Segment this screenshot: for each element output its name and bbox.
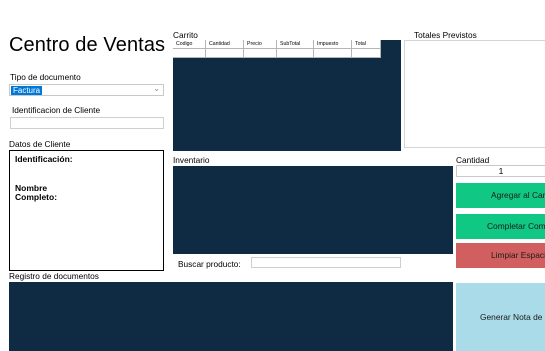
client-data-box: Identificación: Nombre Completo: [9,150,164,271]
totals-box [404,40,545,148]
generate-credit-note-button[interactable]: Generar Nota de crédito [456,283,545,351]
records-table[interactable] [9,282,453,351]
complete-purchase-button[interactable]: Completar Compra [456,214,545,239]
cart-col-impuesto: Impuesto [314,40,352,49]
quantity-label: Cantidad [456,155,490,165]
document-type-label: Tipo de documento [10,72,81,82]
client-section-label: Datos de Cliente [9,139,71,149]
quantity-input[interactable]: 1 [456,165,545,177]
records-label: Registro de documentos [9,271,99,281]
client-name-label-line2: Completo: [15,192,58,202]
cart-table[interactable]: Codigo Cantidad Precio SubTotal Impuesto… [173,40,401,151]
client-id-label: Identificacion de Cliente [12,105,101,115]
cart-table-header: Codigo Cantidad Precio SubTotal Impuesto… [173,40,381,58]
inventory-table[interactable] [173,166,453,254]
add-to-cart-button[interactable]: Agregar al Carrito [456,183,545,208]
chevron-down-icon: ⌄ [153,84,160,93]
search-label: Buscar producto: [178,259,241,269]
cart-col-cantidad: Cantidad [206,40,244,49]
cart-col-total: Total [352,40,381,49]
document-type-select[interactable]: Factura ⌄ [9,84,164,96]
search-input[interactable] [251,257,401,268]
clear-fields-button[interactable]: Limpiar Espacios [456,243,545,268]
client-id-input[interactable] [10,117,164,129]
inventory-label: Inventario [173,155,210,165]
app-title: Centro de Ventas [9,34,166,56]
document-type-selected: Factura [11,86,43,95]
cart-table-empty-row [173,49,381,58]
totals-label: Totales Previstos [414,30,477,40]
cart-col-subtotal: SubTotal [277,40,314,49]
cart-col-codigo: Codigo [173,40,206,49]
cart-label: Carrito [173,30,198,40]
client-id-field-label: Identificación: [15,154,73,164]
cart-col-precio: Precio [244,40,277,49]
